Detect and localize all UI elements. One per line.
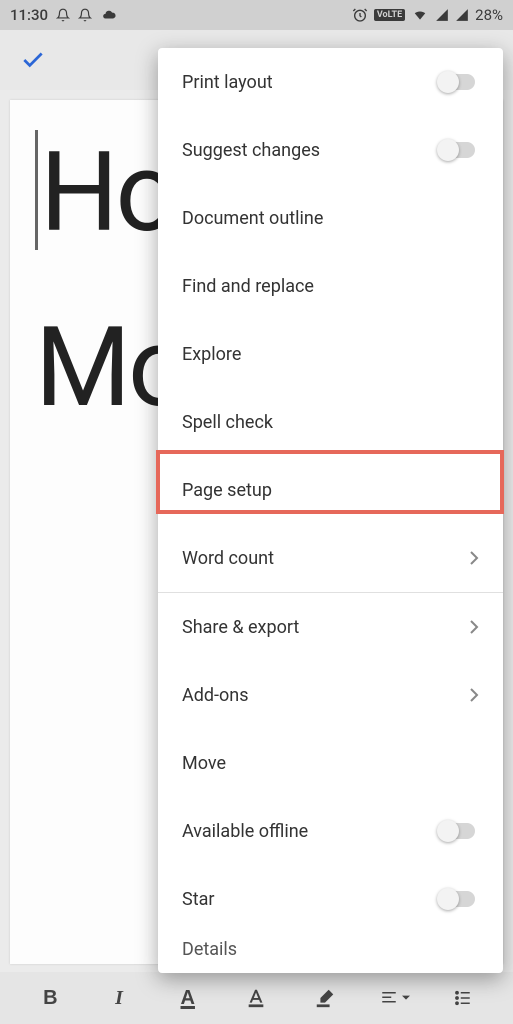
offline-toggle[interactable]: [439, 820, 479, 842]
menu-label: Spell check: [182, 412, 479, 433]
menu-page-setup[interactable]: Page setup: [158, 456, 503, 524]
menu-document-outline[interactable]: Document outline: [158, 184, 503, 252]
menu-details-cut[interactable]: Details: [158, 933, 503, 973]
menu-find-replace[interactable]: Find and replace: [158, 252, 503, 320]
chevron-right-icon: [469, 619, 479, 635]
menu-spell-check[interactable]: Spell check: [158, 388, 503, 456]
menu-label: Details: [182, 939, 237, 960]
star-toggle[interactable]: [439, 888, 479, 910]
chevron-right-icon: [469, 687, 479, 703]
menu-label: Available offline: [182, 821, 439, 842]
menu-available-offline[interactable]: Available offline: [158, 797, 503, 865]
menu-add-ons[interactable]: Add-ons: [158, 661, 503, 729]
menu-overlay[interactable]: Print layout Suggest changes Document ou…: [0, 0, 513, 1024]
chevron-right-icon: [469, 550, 479, 566]
screen: 11:30 VoLTE 28% Ho Mo: [0, 0, 513, 1024]
menu-label: Print layout: [182, 72, 439, 93]
menu-label: Document outline: [182, 208, 479, 229]
menu-star[interactable]: Star: [158, 865, 503, 933]
overflow-menu: Print layout Suggest changes Document ou…: [158, 48, 503, 973]
menu-label: Find and replace: [182, 276, 479, 297]
menu-print-layout[interactable]: Print layout: [158, 48, 503, 116]
menu-suggest-changes[interactable]: Suggest changes: [158, 116, 503, 184]
menu-label: Share & export: [182, 617, 469, 638]
menu-label: Move: [182, 753, 479, 774]
print-layout-toggle[interactable]: [439, 71, 479, 93]
menu-label: Word count: [182, 548, 469, 569]
menu-label: Page setup: [182, 480, 479, 501]
menu-word-count[interactable]: Word count: [158, 524, 503, 592]
menu-label: Explore: [182, 344, 479, 365]
menu-label: Suggest changes: [182, 140, 439, 161]
menu-label: Add-ons: [182, 685, 469, 706]
menu-explore[interactable]: Explore: [158, 320, 503, 388]
menu-label: Star: [182, 889, 439, 910]
suggest-changes-toggle[interactable]: [439, 139, 479, 161]
menu-move[interactable]: Move: [158, 729, 503, 797]
menu-share-export[interactable]: Share & export: [158, 593, 503, 661]
